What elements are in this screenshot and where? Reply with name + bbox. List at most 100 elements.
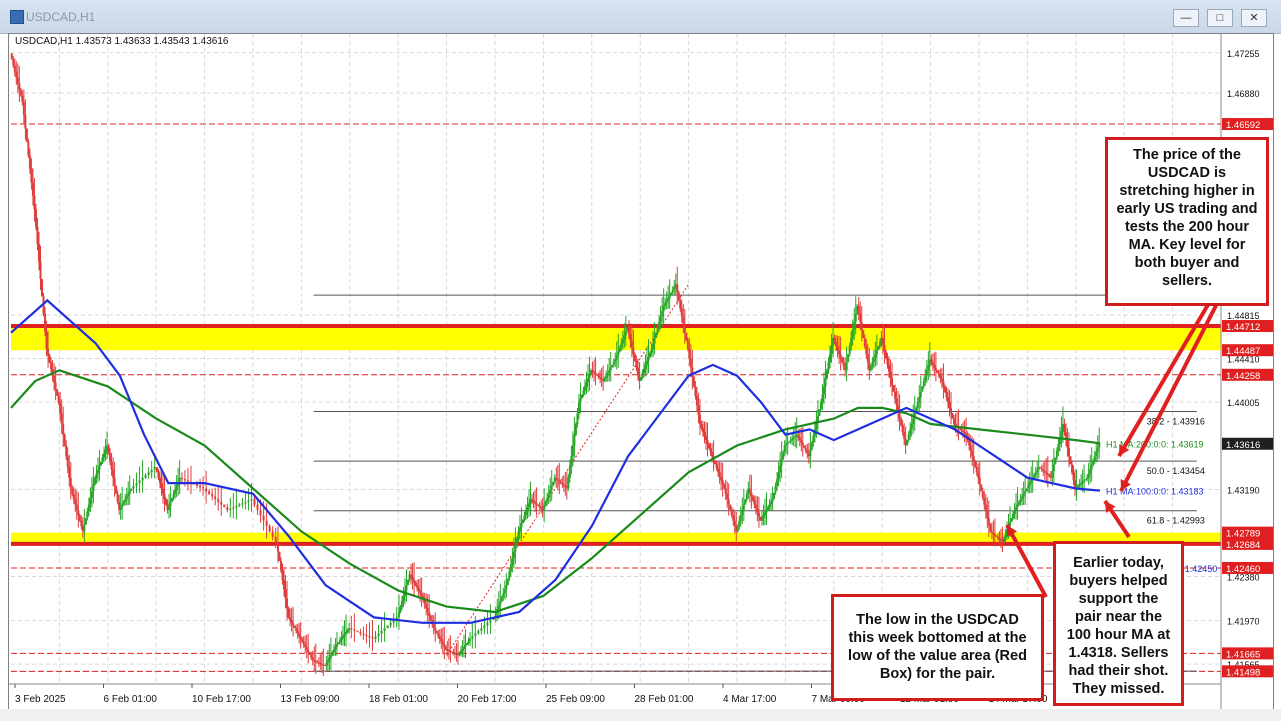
candle-body (919, 391, 922, 398)
candle-body (611, 364, 614, 368)
candle-body (596, 374, 599, 376)
candle-body (1054, 457, 1057, 465)
candle-body (174, 489, 177, 494)
candle-body (477, 630, 480, 634)
candle-body (153, 466, 156, 470)
candle-body (829, 354, 832, 363)
candle-body (16, 77, 19, 84)
candle-body (262, 515, 265, 521)
candle-body (104, 449, 107, 454)
candle-body (162, 488, 165, 494)
candle-body (659, 316, 662, 322)
time-axis-label: 18 Feb 01:00 (369, 694, 428, 705)
candle-body (271, 531, 274, 537)
candle-body (420, 593, 423, 596)
candle-body (77, 509, 80, 516)
candle-body (1021, 496, 1024, 500)
candle-body (544, 501, 547, 506)
candle-body (138, 480, 141, 484)
candle-body (942, 381, 945, 387)
candle-body (647, 356, 650, 361)
annotation-box-100ma: Earlier today, buyers helped support the… (1053, 541, 1184, 706)
candle-body (1028, 483, 1031, 486)
candle-body (1027, 485, 1030, 489)
candle-body (639, 376, 642, 382)
candle-body (279, 560, 282, 571)
candle-body (1092, 460, 1095, 465)
candle-body (531, 499, 534, 501)
candle-body (438, 636, 441, 639)
maximize-button[interactable]: □ (1207, 9, 1233, 27)
candle-body (739, 515, 742, 521)
candle-body (413, 579, 416, 583)
candle-body (119, 507, 122, 510)
minimize-button[interactable]: — (1173, 9, 1199, 27)
candle-body (821, 394, 824, 403)
candle-body (853, 321, 856, 330)
candle-body (293, 625, 296, 629)
candle-body (771, 499, 774, 502)
candle-body (756, 508, 759, 513)
candle-body (960, 429, 963, 431)
candle-body (540, 507, 543, 509)
candle-body (561, 483, 564, 485)
candle-body (144, 475, 147, 478)
candle-body (945, 391, 948, 398)
candle-body (833, 338, 836, 343)
candle-body (226, 507, 229, 510)
candle-body (69, 477, 72, 489)
price-axis-tick-label: 1.44815 (1227, 311, 1260, 321)
candle-body (1048, 475, 1051, 477)
candle-body (892, 385, 895, 392)
candle-body (689, 358, 692, 368)
candle-body (534, 501, 537, 504)
candle-body (265, 520, 268, 527)
candle-body (652, 343, 655, 349)
candle-body (954, 424, 957, 426)
candle-body (434, 628, 437, 631)
candle-body (299, 636, 302, 639)
candle-body (801, 442, 804, 446)
candle-body (458, 652, 461, 655)
candle-body (1012, 513, 1015, 519)
candle-body (1045, 472, 1048, 474)
candle-body (199, 485, 202, 488)
candle-body (208, 491, 211, 494)
candle-body (186, 480, 189, 482)
candle-body (414, 582, 417, 586)
close-button[interactable]: ✕ (1241, 9, 1267, 27)
candle-body (41, 278, 44, 297)
candle-body (419, 590, 422, 594)
candle-body (113, 477, 116, 486)
candle-body (732, 515, 735, 521)
candle-body (753, 500, 756, 505)
candle-body (19, 89, 22, 96)
candle-body (443, 644, 446, 647)
candle-body (819, 402, 822, 410)
candle-body (411, 577, 414, 580)
candle-body (78, 515, 81, 521)
candle-body (850, 338, 853, 347)
candle-body (426, 607, 429, 613)
candle-body (627, 327, 630, 335)
candle-body (346, 630, 349, 633)
candle-body (535, 503, 538, 505)
candle-body (922, 381, 925, 387)
candle-body (773, 492, 776, 500)
candle-body (232, 507, 235, 509)
candle-body (92, 484, 95, 492)
candle-body (305, 646, 308, 650)
candle-body (990, 531, 993, 533)
candle-body (851, 329, 854, 339)
candle-body (709, 448, 712, 453)
candle-body (686, 340, 689, 349)
candle-body (116, 493, 119, 502)
candle-body (608, 370, 611, 373)
candle-body (809, 449, 812, 457)
candle-body (984, 504, 987, 512)
candle-body (65, 445, 68, 457)
candle-body (95, 473, 98, 478)
candle-body (580, 394, 583, 399)
candle-body (555, 477, 558, 480)
candle-body (609, 367, 612, 371)
